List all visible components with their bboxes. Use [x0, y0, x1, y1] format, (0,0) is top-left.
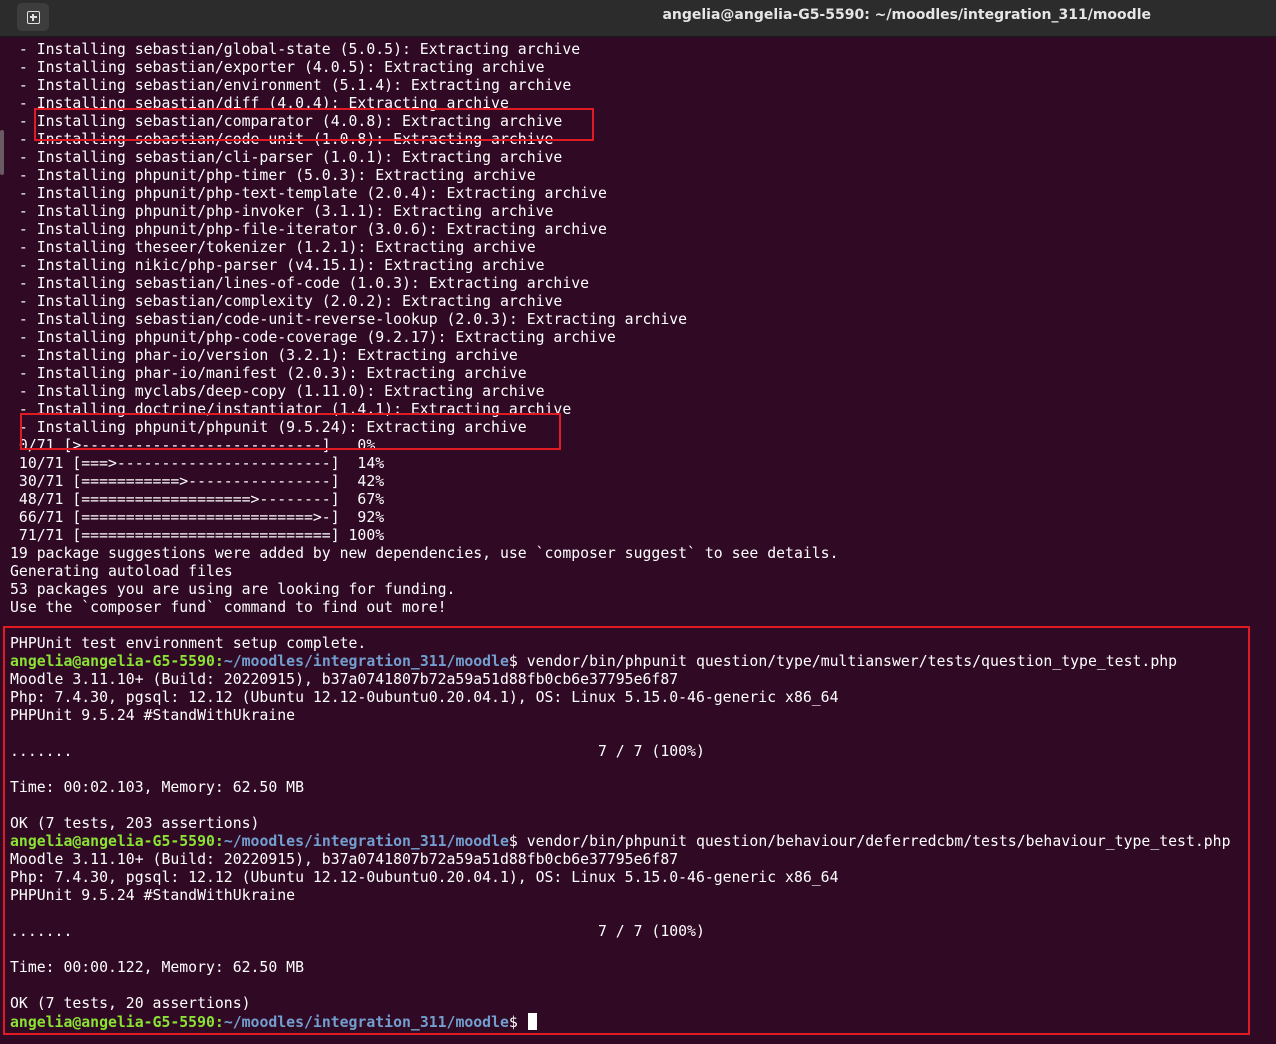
- terminal-line: Moodle 3.11.10+ (Build: 20220915), b37a0…: [10, 851, 679, 868]
- terminal-line: - Installing myclabs/deep-copy (1.11.0):…: [10, 383, 545, 400]
- terminal-line: 10/71 [===>------------------------] 14%: [10, 455, 385, 472]
- terminal-line: OK (7 tests, 203 assertions): [10, 815, 260, 832]
- terminal-line: 30/71 [===========>----------------] 42%: [10, 473, 385, 490]
- terminal-line: 71/71 [============================] 100…: [10, 527, 385, 544]
- prompt-line: angelia@angelia-G5-5590:~/moodles/integr…: [10, 653, 1231, 671]
- terminal-line: Moodle 3.11.10+ (Build: 20220915), b37a0…: [10, 671, 679, 688]
- prompt-user: angelia@angelia-G5-5590: [10, 1014, 215, 1031]
- terminal-line: - Installing sebastian/global-state (5.0…: [10, 41, 581, 58]
- terminal-line: PHPUnit test environment setup complete.: [10, 635, 367, 652]
- terminal-line: - Installing sebastian/code-unit (1.0.8)…: [10, 131, 554, 148]
- terminal-line: 0/71 [>---------------------------] 0%: [10, 437, 376, 454]
- terminal-line: 48/71 [===================>--------] 67%: [10, 491, 385, 508]
- terminal-line: - Installing phpunit/php-invoker (3.1.1)…: [10, 203, 554, 220]
- prompt-user: angelia@angelia-G5-5590: [10, 833, 215, 850]
- prompt-separator: :: [214, 653, 224, 670]
- terminal-line: - Installing sebastian/diff (4.0.4): Ext…: [10, 95, 509, 112]
- terminal-line: - Installing sebastian/code-unit-reverse…: [10, 311, 688, 328]
- prompt-line: angelia@angelia-G5-5590:~/moodles/integr…: [10, 833, 1231, 851]
- window-title: angelia@angelia-G5-5590: ~/moodles/integ…: [662, 7, 1151, 23]
- prompt-user: angelia@angelia-G5-5590: [10, 653, 215, 670]
- terminal-line: PHPUnit 9.5.24 #StandWithUkraine: [10, 887, 296, 904]
- terminal-line: - Installing phpunit/php-file-iterator (…: [10, 221, 607, 238]
- terminal-line: Php: 7.4.30, pgsql: 12.12 (Ubuntu 12.12-…: [10, 689, 839, 706]
- terminal-line: 53 packages you are using are looking fo…: [10, 581, 456, 598]
- terminal-line: 66/71 [==========================>-] 92%: [10, 509, 385, 526]
- terminal-line: - Installing nikic/php-parser (v4.15.1):…: [10, 257, 545, 274]
- scrollbar-thumb[interactable]: [0, 130, 4, 175]
- command-text: $ vendor/bin/phpunit question/type/multi…: [508, 653, 1178, 670]
- terminal-line: - Installing sebastian/complexity (2.0.2…: [10, 293, 563, 310]
- terminal-line: - Installing phar-io/version (3.2.1): Ex…: [10, 347, 518, 364]
- terminal-line: Use the `composer fund` command to find …: [10, 599, 447, 616]
- terminal-cursor: [527, 1013, 537, 1030]
- terminal-line: - Installing phpunit/php-text-template (…: [10, 185, 607, 202]
- terminal-line: - Installing sebastian/cli-parser (1.0.1…: [10, 149, 563, 166]
- prompt-path: ~/moodles/integration_311/moodle: [223, 1014, 509, 1031]
- terminal-line: - Installing phar-io/manifest (2.0.3): E…: [10, 365, 527, 382]
- prompt-path: ~/moodles/integration_311/moodle: [223, 833, 509, 850]
- terminal-line: - Installing theseer/tokenizer (1.2.1): …: [10, 239, 536, 256]
- prompt-separator: :: [214, 1014, 224, 1031]
- terminal-line: OK (7 tests, 20 assertions): [10, 995, 251, 1012]
- terminal-line: - Installing sebastian/lines-of-code (1.…: [10, 275, 590, 292]
- terminal-line: - Installing sebastian/exporter (4.0.5):…: [10, 59, 545, 76]
- terminal-line: Php: 7.4.30, pgsql: 12.12 (Ubuntu 12.12-…: [10, 869, 839, 886]
- terminal-line: - Installing phpunit/phpunit (9.5.24): E…: [10, 419, 527, 436]
- terminal-line: ....... 7 / 7 (100%): [10, 923, 705, 940]
- command-text: $ vendor/bin/phpunit question/behaviour/…: [508, 833, 1231, 850]
- prompt-line: angelia@angelia-G5-5590:~/moodles/integr…: [10, 1013, 1231, 1031]
- terminal-line: PHPUnit 9.5.24 #StandWithUkraine: [10, 707, 296, 724]
- terminal-line: - Installing sebastian/comparator (4.0.8…: [10, 113, 563, 130]
- terminal-line: Time: 00:02.103, Memory: 62.50 MB: [10, 779, 304, 796]
- prompt-path: ~/moodles/integration_311/moodle: [223, 653, 509, 670]
- terminal-line: - Installing phpunit/php-code-coverage (…: [10, 329, 616, 346]
- terminal-line: Generating autoload files: [10, 563, 233, 580]
- title-bar: angelia@angelia-G5-5590: ~/moodles/integ…: [0, 0, 1276, 37]
- terminal-line: - Installing sebastian/environment (5.1.…: [10, 77, 572, 94]
- terminal-line: 19 package suggestions were added by new…: [10, 545, 839, 562]
- terminal-line: ....... 7 / 7 (100%): [10, 743, 705, 760]
- command-text: $: [508, 1014, 527, 1031]
- terminal-line: - Installing phpunit/php-timer (5.0.3): …: [10, 167, 536, 184]
- terminal-line: Time: 00:00.122, Memory: 62.50 MB: [10, 959, 304, 976]
- terminal-output[interactable]: - Installing sebastian/global-state (5.0…: [10, 41, 1231, 1031]
- prompt-separator: :: [214, 833, 224, 850]
- terminal-line: - Installing doctrine/instantiator (1.4.…: [10, 401, 572, 418]
